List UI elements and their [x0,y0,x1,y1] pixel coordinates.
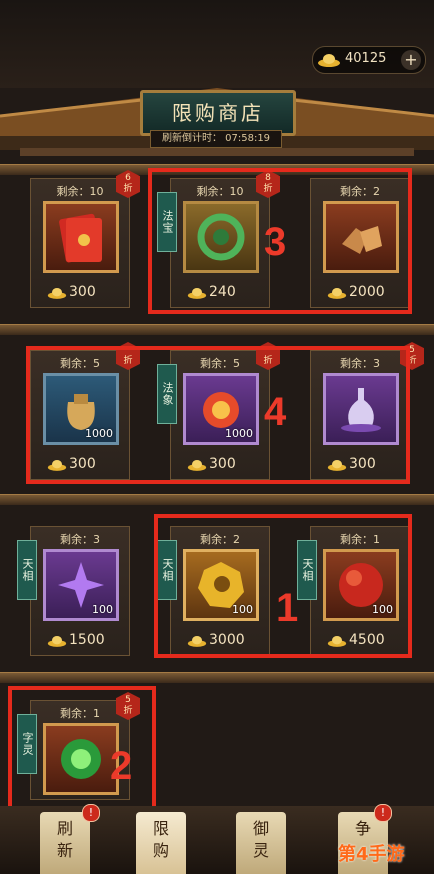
item-price: 1500 [69,632,105,648]
annotation-number: 4 [264,390,287,434]
shop-item-card[interactable]: 剩余：10 300 [30,178,130,308]
item-category-tag: 天相 [17,540,37,600]
highlight-box [8,686,156,818]
item-frame [43,201,119,273]
gold-ingot-icon [47,636,67,647]
red-envelope-icon [59,213,102,263]
add-currency-button[interactable]: + [401,50,421,70]
refresh-countdown: 刷新倒计时： 07:58:19 [150,130,282,148]
alert-icon: ! [82,804,100,822]
shelf-divider [0,494,434,505]
gold-ingot-icon [47,288,67,299]
annotation-number: 3 [264,220,287,264]
item-price: 300 [69,284,96,300]
shop-item-card[interactable]: 剩余：3 100 1500 [30,526,130,656]
shelf-divider [0,324,434,335]
site-watermark: 第4手游 [338,844,405,865]
alert-icon: ! [374,804,392,822]
item-frame: 100 [43,549,119,621]
price-row: 1500 [31,629,129,651]
nav-tab-limited[interactable]: 限 购 [136,812,186,874]
currency-amount: 40125 [345,51,387,66]
remaining-count: 剩余：3 [60,533,100,546]
gold-ingot-icon [318,54,340,67]
item-quantity: 100 [92,603,113,616]
remaining-count: 剩余：10 [56,185,104,198]
currency-display: 40125 + [312,46,426,74]
annotation-number: 1 [276,586,299,630]
price-row: 300 [31,281,129,303]
shelf-divider [0,672,434,683]
discount-text: 6 折 [123,173,133,194]
annotation-number: 2 [110,744,133,788]
nav-tab-spirit[interactable]: 御 灵 [236,812,286,874]
nav-tab-refresh[interactable]: 刷 新 [40,812,90,874]
top-bar [0,0,434,88]
highlight-box [26,346,410,484]
